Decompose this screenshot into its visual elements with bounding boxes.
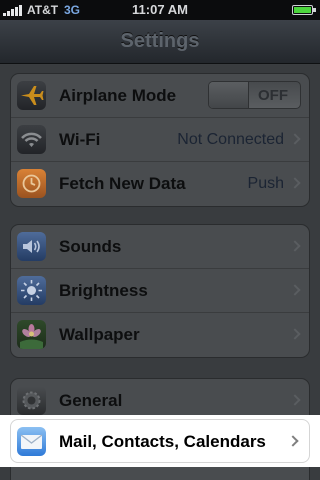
highlight-band: Mail, Contacts, Calendars: [0, 415, 320, 467]
row-mail-contacts-calendars[interactable]: Mail, Contacts, Calendars: [10, 419, 310, 463]
flower-icon: [17, 320, 46, 349]
status-time: 11:07 AM: [132, 2, 188, 17]
sun-icon: [17, 276, 46, 305]
chevron-right-icon: [289, 328, 301, 340]
row-label: Airplane Mode: [59, 86, 177, 105]
airplane-icon: [17, 81, 46, 110]
row-label: Sounds: [59, 237, 122, 256]
next-row-peek: [0, 467, 320, 480]
chevron-right-icon: [289, 177, 301, 189]
wifi-status-value: Not Connected: [177, 131, 284, 148]
navigation-bar: Settings: [0, 20, 320, 64]
settings-group-connectivity: Airplane Mode OFF Wi-Fi Not Connected Fe…: [10, 73, 310, 207]
settings-group-display-sound: Sounds Brightness Wallpaper: [10, 224, 310, 358]
row-label: Wallpaper: [59, 325, 140, 344]
page-title: Settings: [120, 30, 200, 52]
fetch-mode-value: Push: [247, 175, 284, 192]
wifi-icon: [17, 125, 46, 154]
speaker-icon: [17, 232, 46, 261]
mail-icon: [17, 427, 46, 456]
row-brightness[interactable]: Brightness: [11, 269, 309, 313]
status-bar: AT&T 3G 11:07 AM: [0, 0, 320, 20]
airplane-mode-toggle[interactable]: OFF: [208, 81, 301, 109]
row-label: Mail, Contacts, Calendars: [59, 432, 266, 451]
toggle-knob: [209, 82, 249, 108]
row-airplane-mode: Airplane Mode OFF: [11, 74, 309, 118]
fetch-clock-icon: [17, 169, 46, 198]
row-label: Brightness: [59, 281, 148, 300]
row-sounds[interactable]: Sounds: [11, 225, 309, 269]
row-wallpaper[interactable]: Wallpaper: [11, 313, 309, 357]
battery-icon: [292, 5, 316, 15]
chevron-right-icon: [289, 133, 301, 145]
chevron-right-icon: [289, 394, 301, 406]
toggle-state-label: OFF: [258, 87, 288, 104]
chevron-right-icon: [289, 240, 301, 252]
gear-icon: [17, 386, 46, 415]
chevron-right-icon: [287, 435, 299, 447]
row-fetch-new-data[interactable]: Fetch New Data Push: [11, 162, 309, 206]
chevron-right-icon: [289, 284, 301, 296]
row-wifi[interactable]: Wi-Fi Not Connected: [11, 118, 309, 162]
row-label: Fetch New Data: [59, 174, 186, 193]
row-label: Wi-Fi: [59, 130, 101, 149]
row-label: General: [59, 391, 123, 410]
